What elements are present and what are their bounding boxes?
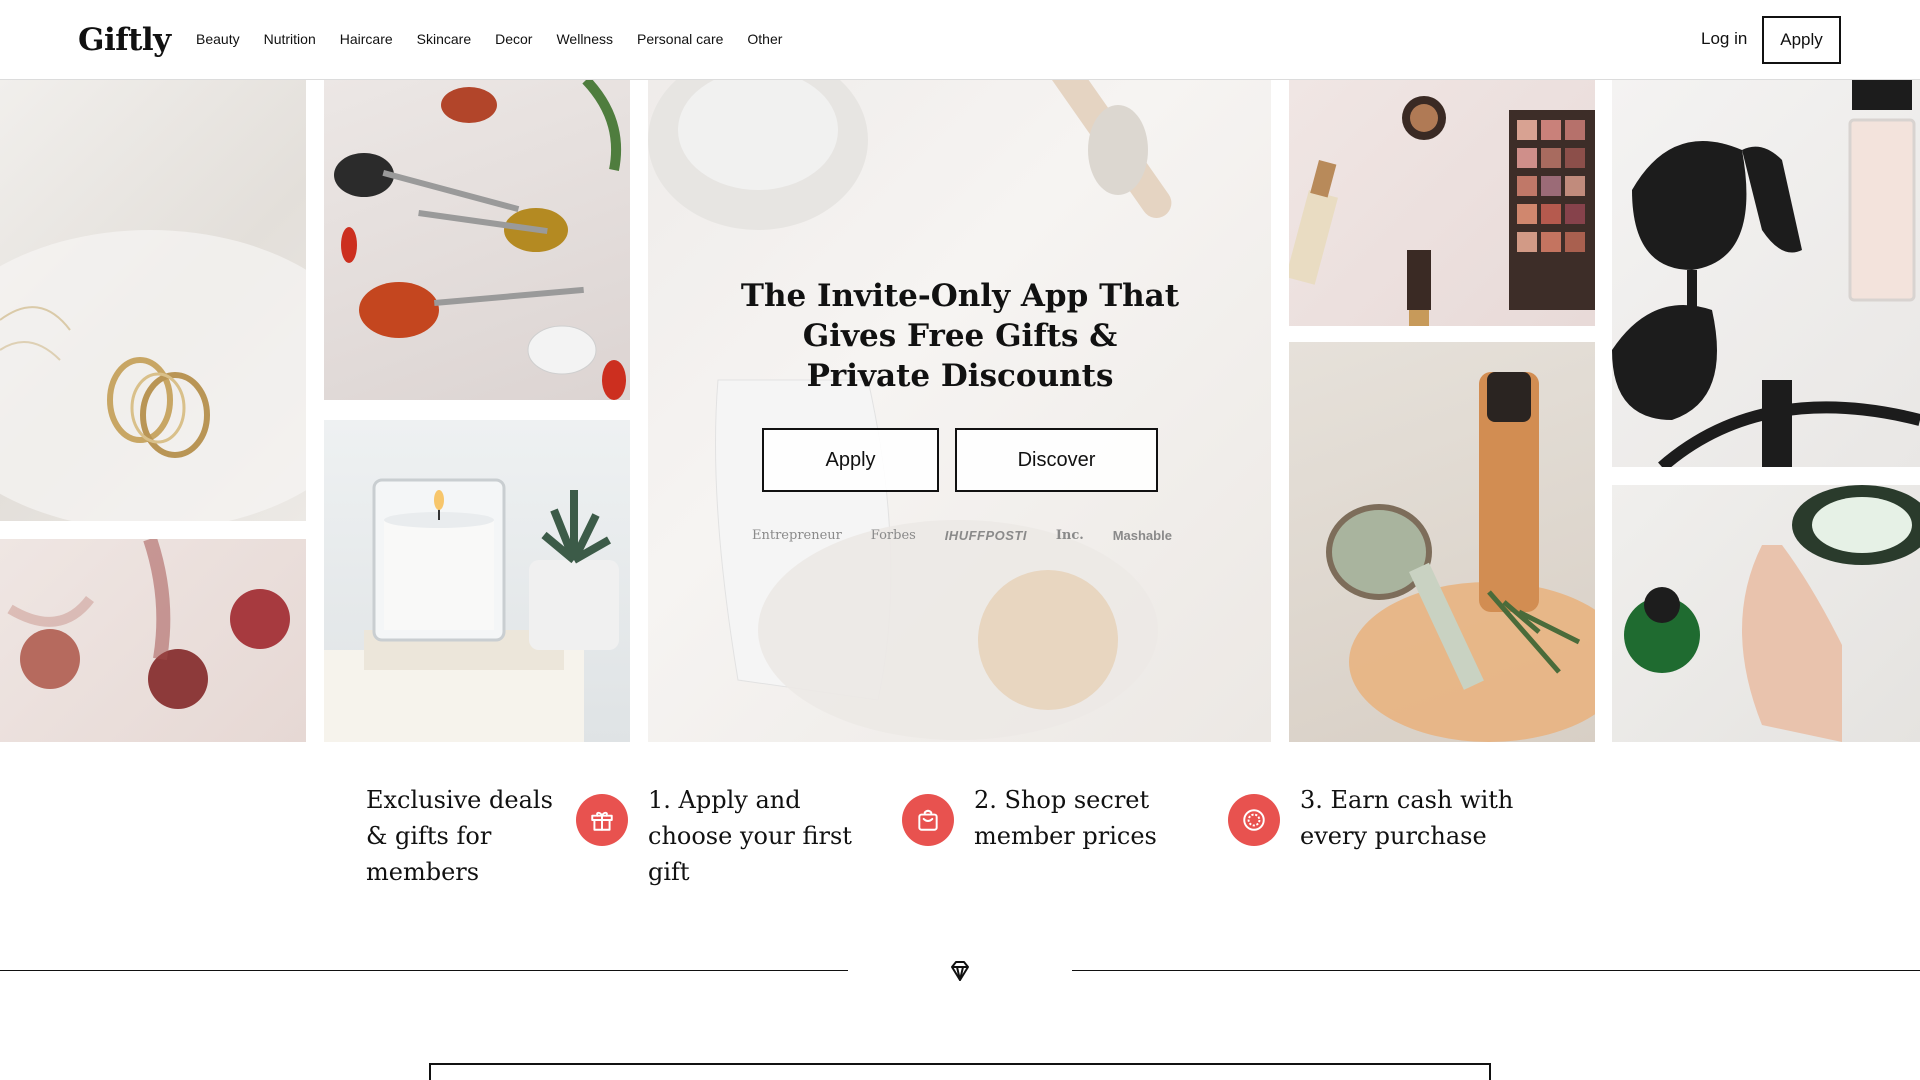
- candle-photo: [324, 420, 630, 742]
- gift-icon: [576, 794, 628, 846]
- features-section: Exclusive deals & gifts for members 1. A…: [0, 742, 1920, 886]
- login-link[interactable]: Log in: [1701, 29, 1747, 49]
- press-logo-inc: Inc.: [1055, 528, 1084, 543]
- nav-item-other[interactable]: Other: [747, 31, 782, 47]
- spices-photo: [324, 80, 630, 400]
- nav-item-personal-care[interactable]: Personal care: [637, 31, 723, 47]
- nav-item-beauty[interactable]: Beauty: [196, 31, 240, 47]
- content-card: [429, 1063, 1491, 1080]
- nav-item-nutrition[interactable]: Nutrition: [264, 31, 316, 47]
- nav-item-decor[interactable]: Decor: [495, 31, 532, 47]
- blush-photo: [0, 539, 306, 742]
- features-intro: Exclusive deals & gifts for members: [366, 786, 553, 886]
- nav-item-wellness[interactable]: Wellness: [556, 31, 613, 47]
- step-earn: 3. Earn cash with every purchase: [1300, 786, 1514, 850]
- nav-item-haircare[interactable]: Haircare: [340, 31, 393, 47]
- diamond-icon: [948, 959, 972, 983]
- coin-icon: [1228, 794, 1280, 846]
- hero-section: The Invite-Only App That Gives Free Gift…: [0, 80, 1920, 742]
- divider-line-right: [1072, 970, 1920, 971]
- hero-discover-button[interactable]: Discover: [955, 428, 1158, 492]
- press-logos: Entrepreneur Forbes IHUFFPOSTI Inc. Mash…: [752, 528, 1172, 543]
- hero-headline: The Invite-Only App That Gives Free Gift…: [740, 278, 1180, 394]
- press-logo-huffpost: IHUFFPOSTI: [944, 528, 1027, 543]
- makeup-palette-photo: [1289, 80, 1595, 326]
- earrings-photo: [0, 80, 306, 521]
- sunglasses-photo: [1612, 80, 1920, 467]
- jade-roller-photo: [1289, 342, 1595, 742]
- hero-apply-button[interactable]: Apply: [762, 428, 939, 492]
- skin-cream-photo: [1612, 485, 1920, 742]
- press-logo-forbes: Forbes: [870, 528, 916, 543]
- divider-line-left: [0, 970, 848, 971]
- logo[interactable]: Giftly: [78, 22, 171, 58]
- press-logo-mashable: Mashable: [1112, 528, 1172, 543]
- shopping-bag-icon: [902, 794, 954, 846]
- step-shop: 2. Shop secret member prices: [974, 786, 1157, 850]
- nav-item-skincare[interactable]: Skincare: [417, 31, 471, 47]
- press-logo-entrepreneur: Entrepreneur: [752, 528, 842, 543]
- site-header: Giftly Beauty Nutrition Haircare Skincar…: [0, 0, 1920, 80]
- main-nav: Beauty Nutrition Haircare Skincare Decor…: [196, 31, 806, 47]
- apply-button[interactable]: Apply: [1762, 16, 1841, 64]
- step-apply: 1. Apply and choose your first gift: [648, 786, 852, 886]
- hero-content: The Invite-Only App That Gives Free Gift…: [648, 80, 1271, 742]
